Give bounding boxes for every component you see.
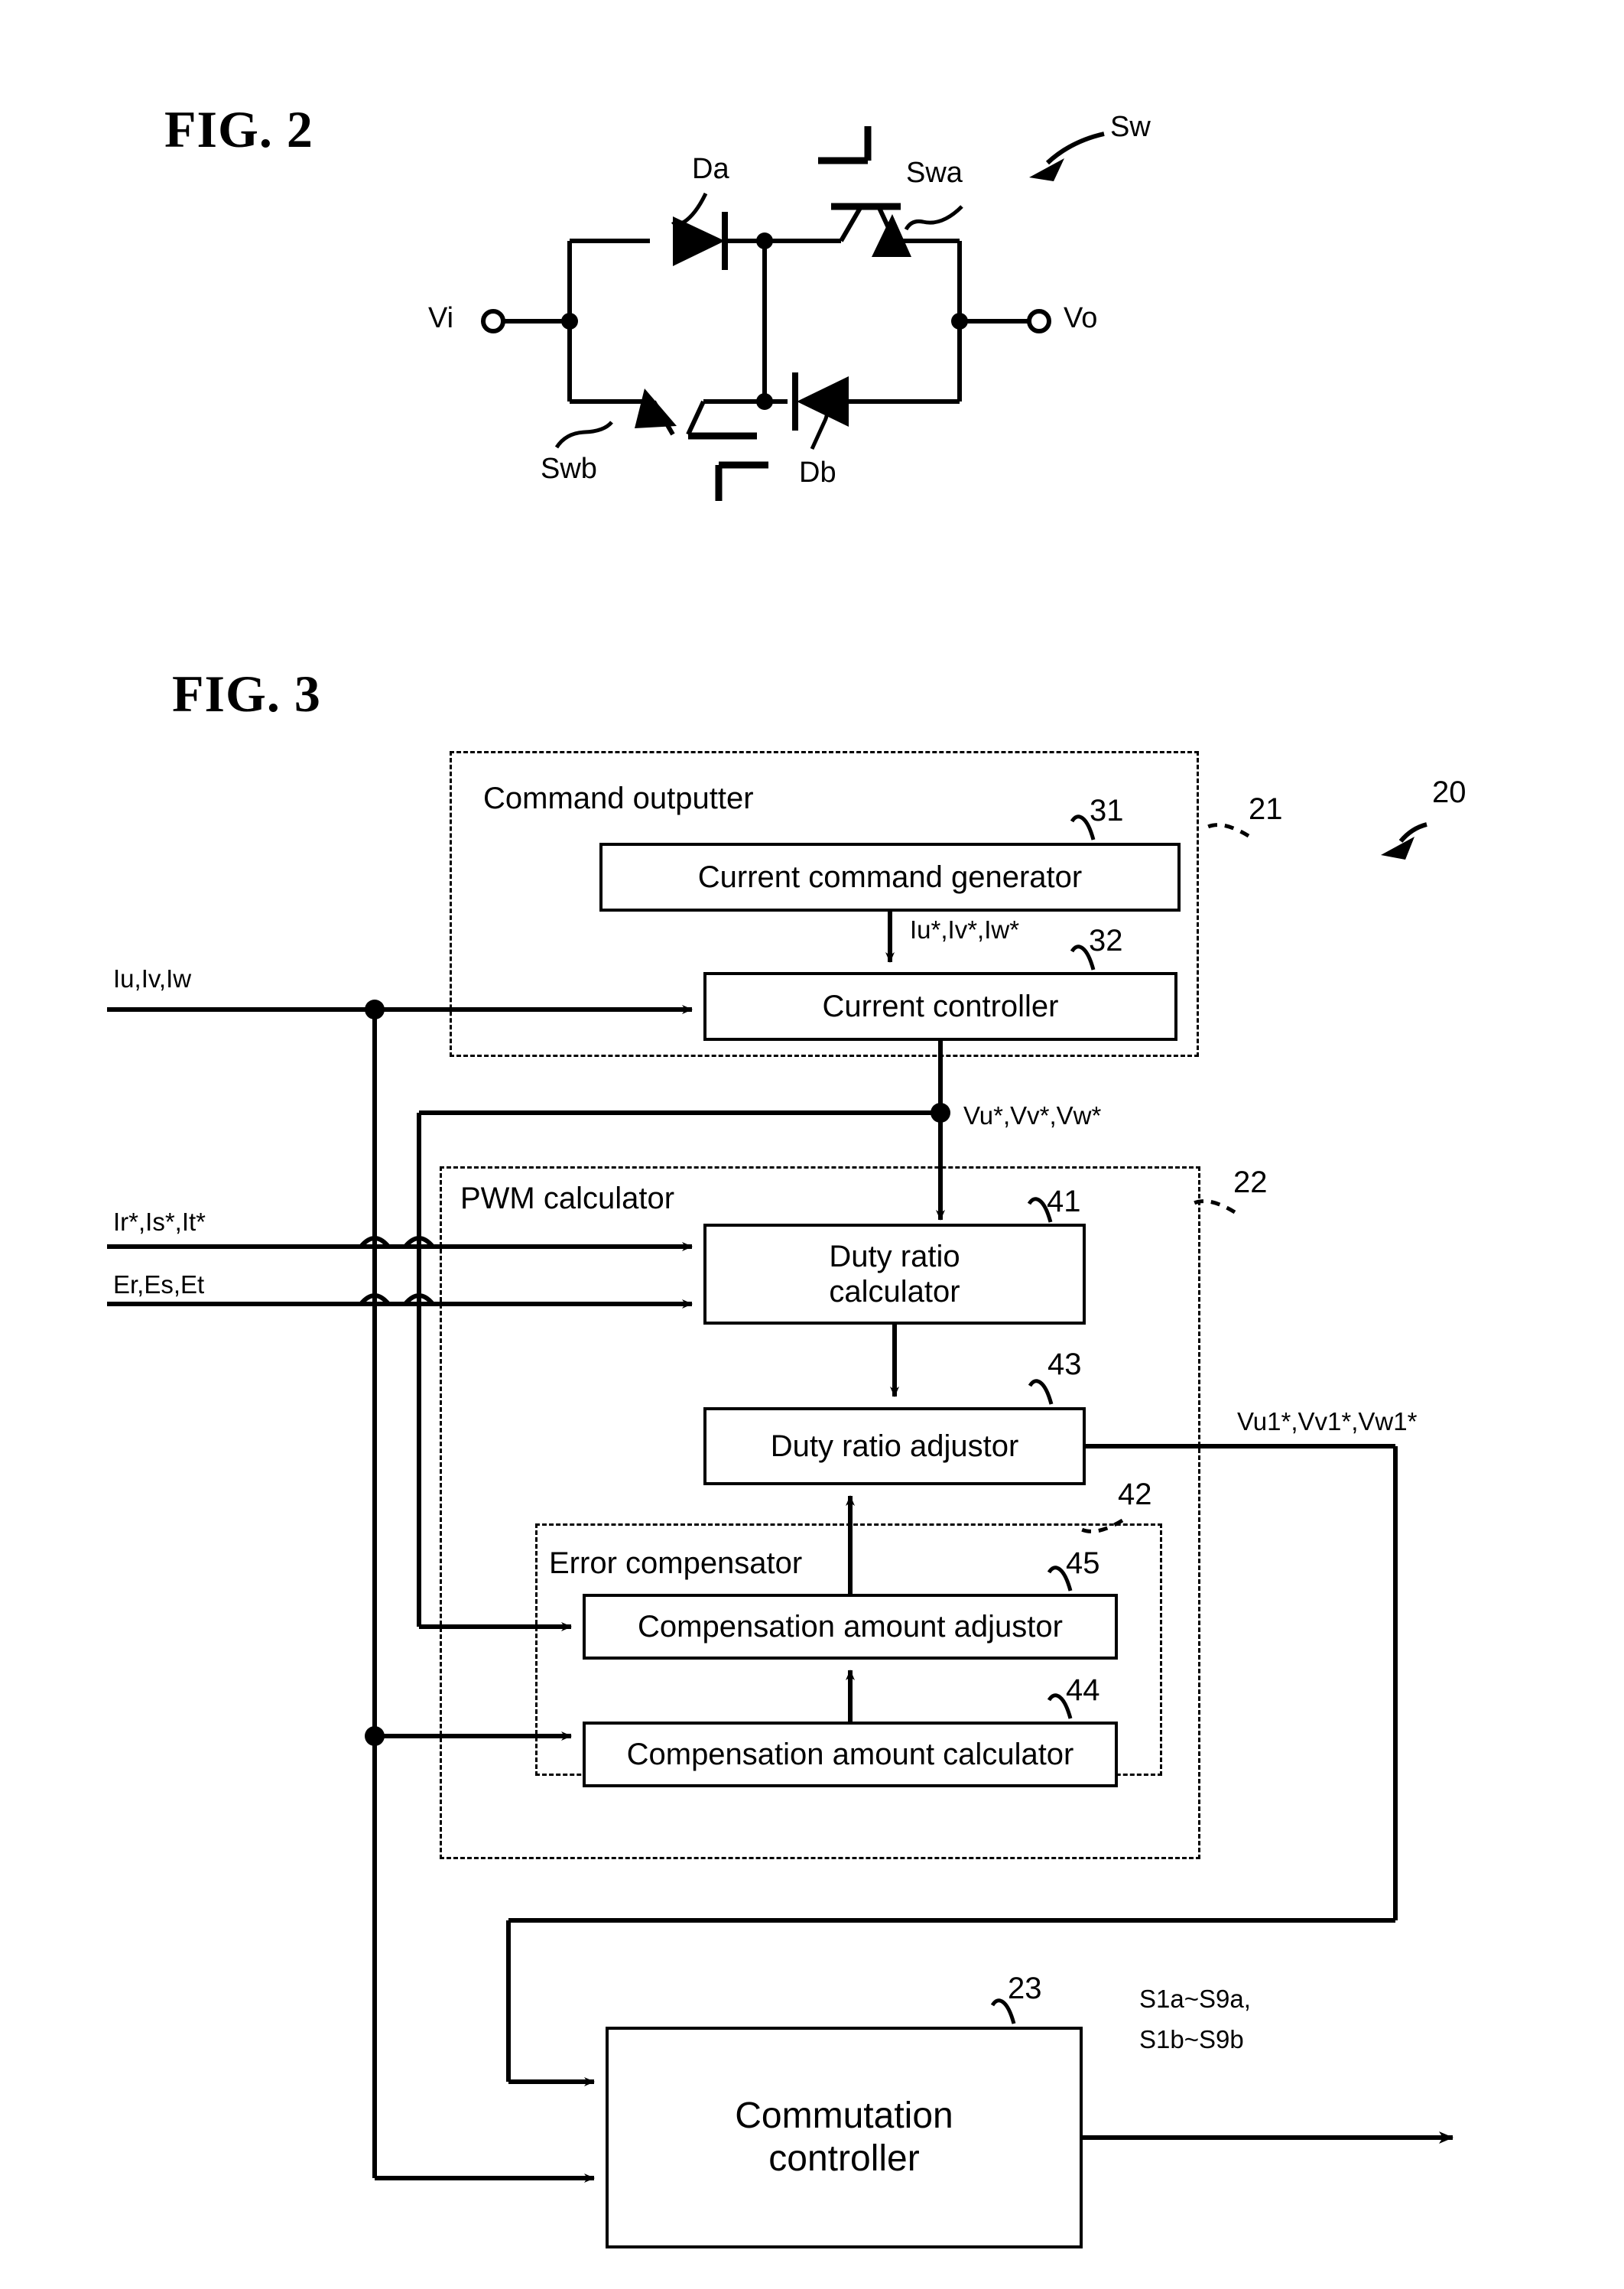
figure-2-title: FIG. 2 bbox=[164, 100, 313, 158]
component-label-swa: Swa bbox=[906, 157, 963, 189]
block-label-compensation-amount-calculator: Compensation amount calculator bbox=[626, 1737, 1074, 1771]
callout-arrowhead-sw bbox=[1029, 158, 1064, 181]
ref-numeral-45: 45 bbox=[1066, 1546, 1100, 1580]
fig2-swb-lead-left bbox=[651, 400, 675, 436]
patent-figure-page: FIG. 2 Da Swa Swb Db Vi Vo Sw FIG. 3 Com… bbox=[0, 0, 1624, 2289]
callout-leader-20 bbox=[1398, 822, 1427, 843]
block-label-current-controller: Current controller bbox=[822, 989, 1059, 1023]
ref-numeral-32: 32 bbox=[1089, 924, 1123, 958]
block-label-duty-ratio-adjustor: Duty ratio adjustor bbox=[770, 1429, 1019, 1463]
block-label-compensation-amount-adjustor: Compensation amount adjustor bbox=[638, 1609, 1063, 1644]
diode-db-icon bbox=[792, 372, 849, 431]
signal-label-source-current-command: Ir*,Is*,It* bbox=[113, 1208, 206, 1236]
group-label-command-outputter: Command outputter bbox=[483, 782, 754, 815]
ref-numeral-43: 43 bbox=[1047, 1348, 1082, 1381]
callout-arrowhead-20 bbox=[1381, 837, 1415, 860]
leader-da bbox=[671, 192, 708, 226]
ref-numeral-31: 31 bbox=[1090, 794, 1124, 827]
block-compensation-amount-calculator[interactable]: Compensation amount calculator bbox=[583, 1722, 1118, 1787]
leader-db bbox=[810, 406, 830, 450]
signal-label-current-command: Iu*,Iv*,Iw* bbox=[910, 915, 1020, 944]
block-label-commutation-controller: Commutation controller bbox=[735, 2096, 953, 2179]
ref-numeral-23: 23 bbox=[1008, 1972, 1042, 2005]
block-commutation-controller[interactable]: Commutation controller bbox=[606, 2027, 1083, 2248]
leader-swa bbox=[904, 205, 963, 231]
fig2-terminal-circles bbox=[481, 309, 1051, 333]
fig2-swa-lead-left bbox=[839, 206, 862, 242]
block-label-duty-ratio-calculator: Duty ratio calculator bbox=[829, 1239, 960, 1309]
signal-label-voltage-command: Vu*,Vv*,Vw* bbox=[963, 1101, 1102, 1130]
group-label-pwm-calculator: PWM calculator bbox=[460, 1182, 675, 1215]
callout-leader-sw bbox=[1045, 132, 1105, 165]
terminal-circle-vo bbox=[1027, 309, 1051, 333]
diode-da-icon bbox=[673, 212, 728, 270]
swb-emitter-arrow-icon bbox=[635, 389, 677, 428]
ref-numeral-42: 42 bbox=[1118, 1478, 1152, 1511]
component-label-da: Da bbox=[692, 153, 729, 185]
block-duty-ratio-calculator[interactable]: Duty ratio calculator bbox=[703, 1224, 1086, 1325]
group-label-error-compensator: Error compensator bbox=[549, 1546, 803, 1580]
ref-numeral-41: 41 bbox=[1047, 1185, 1081, 1218]
signal-label-source-voltage: Er,Es,Et bbox=[113, 1270, 205, 1299]
signal-label-current-feedback: Iu,Iv,Iw bbox=[113, 964, 192, 993]
figure-vector-overlay bbox=[107, 126, 1453, 2183]
terminal-label-vi: Vi bbox=[428, 302, 454, 334]
figure-3-title: FIG. 3 bbox=[172, 665, 321, 723]
ref-numeral-21: 21 bbox=[1249, 792, 1283, 826]
signal-label-gate-signals-a: S1a~S9a, bbox=[1139, 1985, 1251, 2013]
terminal-label-vo: Vo bbox=[1064, 302, 1098, 334]
terminal-circle-vi bbox=[481, 309, 505, 333]
callout-label-sw: Sw bbox=[1110, 111, 1151, 143]
wire-hop-bridges bbox=[359, 1236, 435, 1306]
fig2-junction-dots bbox=[561, 232, 968, 410]
ref-numeral-22: 22 bbox=[1233, 1166, 1268, 1199]
block-current-command-generator[interactable]: Current command generator bbox=[599, 843, 1181, 912]
block-duty-ratio-adjustor[interactable]: Duty ratio adjustor bbox=[703, 1407, 1086, 1485]
block-current-controller[interactable]: Current controller bbox=[703, 972, 1177, 1041]
fig2-swa-lead-right bbox=[877, 206, 897, 242]
component-label-swb: Swb bbox=[541, 453, 597, 485]
swa-gate-terminal-icon bbox=[818, 126, 872, 164]
ref-numeral-44: 44 bbox=[1066, 1673, 1100, 1707]
swb-gate-terminal-icon bbox=[715, 461, 768, 501]
signal-label-adjusted-voltage-command: Vu1*,Vv1*,Vw1* bbox=[1237, 1407, 1418, 1436]
block-compensation-amount-adjustor[interactable]: Compensation amount adjustor bbox=[583, 1594, 1118, 1660]
signal-label-gate-signals-b: S1b~S9b bbox=[1139, 2025, 1244, 2053]
ref-numeral-20: 20 bbox=[1432, 775, 1466, 809]
leader-swb bbox=[554, 421, 613, 449]
leader-21 bbox=[1201, 823, 1250, 838]
fig2-swb-lead-right bbox=[686, 400, 706, 436]
component-label-db: Db bbox=[799, 457, 836, 489]
swa-emitter-arrow-icon bbox=[872, 214, 911, 257]
block-label-current-command-generator: Current command generator bbox=[697, 860, 1083, 894]
